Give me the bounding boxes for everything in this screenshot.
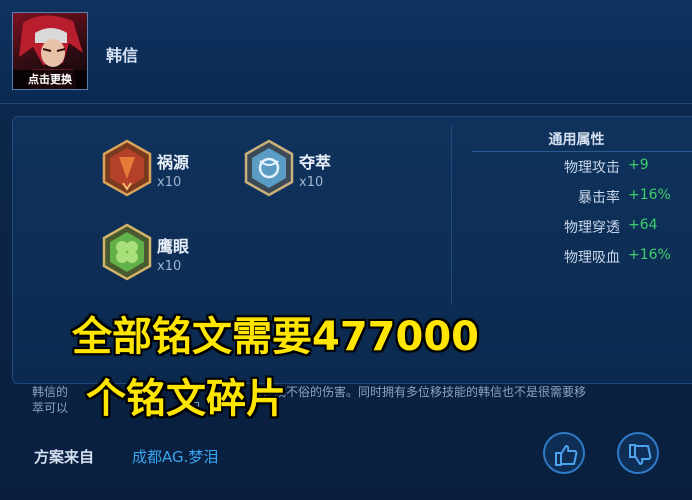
change-avatar-button[interactable]: 点击更换 [13,70,87,89]
overlay-caption-line1: 全部铭文需要477000 [72,314,479,360]
inscription-count: x10 [157,259,182,274]
description-line1-head: 韩信的 [32,385,69,399]
inscription-count: x10 [157,175,182,190]
attribute-label: 暴击率 [578,190,620,206]
attribute-value: +16% [628,247,671,263]
description-line1-tail: 以造成不俗的伤害。同时拥有多位移技能的韩信也不是很需要移 [250,385,587,399]
source-author-link[interactable]: 成都AG.梦泪 [132,446,218,467]
attribute-row: 物理吸血 +16% [452,247,692,267]
red-inscription-icon [102,139,152,197]
inscription-name: 鹰眼 [157,237,190,256]
description-line2-head: 萃可以 [32,401,69,415]
hero-avatar[interactable]: 点击更换 [12,12,88,90]
like-button[interactable] [543,432,585,474]
inscription-item[interactable]: 鹰眼 x10 [101,223,251,285]
attribute-value: +9 [628,157,649,173]
inscription-count: x10 [299,175,324,190]
attributes-box: 通用属性 物理攻击 +9 暴击率 +16% 物理穿透 +64 物理吸血 +16% [451,125,692,305]
divider [472,151,692,152]
attribute-label: 物理穿透 [564,220,620,236]
source-label: 方案来自 [34,448,95,466]
inscription-item[interactable]: 祸源 x10 [101,139,251,201]
attribute-label: 物理攻击 [564,160,620,176]
dislike-button[interactable] [617,432,659,474]
attribute-label: 物理吸血 [564,250,620,266]
attribute-value: +64 [628,217,658,233]
inscription-name: 夺萃 [299,153,332,172]
green-inscription-icon [102,223,152,281]
thumbs-up-icon [555,445,578,466]
blue-inscription-icon [244,139,294,197]
inscription-name: 祸源 [157,153,190,172]
attribute-value: +16% [628,187,671,203]
inscription-item[interactable]: 夺萃 x10 [243,139,393,201]
thumbs-down-icon [629,444,652,465]
overlay-caption-line2: 个铭文碎片 [86,376,286,422]
attribute-row: 暴击率 +16% [452,187,692,207]
attribute-row: 物理穿透 +64 [452,217,692,237]
attributes-title: 通用属性 [548,132,605,148]
attribute-row: 物理攻击 +9 [452,157,692,177]
hero-header: 点击更换 韩信 [0,0,692,104]
hero-name: 韩信 [106,46,139,65]
